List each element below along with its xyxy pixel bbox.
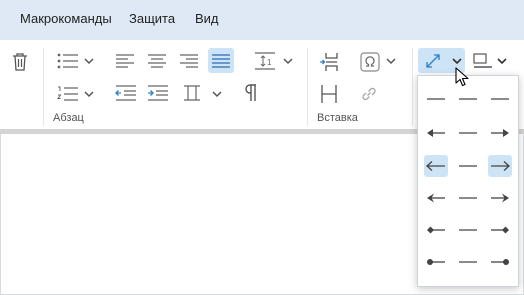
increase-indent-icon[interactable] — [147, 85, 169, 101]
numbered-list-icon[interactable] — [57, 85, 79, 103]
arrow-end-filled[interactable] — [488, 122, 512, 144]
chevron-down-icon[interactable] — [84, 57, 94, 65]
svg-text:1: 1 — [267, 58, 272, 67]
align-center-icon[interactable] — [147, 54, 167, 68]
menu-view[interactable]: Вид — [195, 11, 219, 26]
border-style-icon[interactable] — [473, 53, 493, 69]
arrow-start-none[interactable] — [424, 88, 448, 110]
line-style-icon[interactable] — [424, 52, 442, 70]
align-left-icon[interactable] — [115, 54, 135, 68]
chevron-down-icon[interactable] — [212, 90, 222, 98]
arrow-line-plain[interactable] — [456, 251, 480, 273]
arrow-start-diamond[interactable] — [424, 219, 448, 241]
bulleted-list-icon[interactable] — [57, 53, 79, 69]
arrow-line-plain[interactable] — [456, 187, 480, 209]
link-icon[interactable] — [360, 85, 378, 103]
group-label-insert: Вставка — [317, 112, 358, 124]
decrease-indent-icon[interactable] — [115, 85, 137, 101]
special-character-icon[interactable] — [360, 52, 380, 72]
arrow-start-open[interactable] — [424, 155, 448, 177]
chevron-down-icon[interactable] — [386, 57, 396, 65]
chevron-down-icon[interactable] — [497, 57, 507, 65]
ribbon-separator — [412, 48, 413, 126]
ribbon-separator — [43, 48, 44, 126]
pilcrow-icon[interactable] — [244, 84, 258, 102]
arrow-style-dropdown — [417, 75, 519, 287]
arrow-end-diamond[interactable] — [488, 219, 512, 241]
page-break-icon[interactable] — [320, 52, 338, 72]
arrow-start-filled[interactable] — [424, 122, 448, 144]
arrow-start-stealth[interactable] — [424, 187, 448, 209]
arrow-line-plain[interactable] — [456, 155, 480, 177]
trash-icon[interactable] — [11, 52, 29, 72]
arrow-start-dot[interactable] — [424, 251, 448, 273]
group-label-paragraph: Абзац — [53, 112, 84, 124]
arrow-line-plain[interactable] — [456, 219, 480, 241]
ribbon-separator — [307, 48, 308, 126]
chevron-down-icon[interactable] — [84, 90, 94, 98]
arrow-end-stealth[interactable] — [488, 187, 512, 209]
paragraph-spacing-icon[interactable] — [183, 84, 201, 102]
chevron-down-icon[interactable] — [283, 57, 293, 65]
menu-protection[interactable]: Защита — [129, 11, 175, 26]
arrow-end-none[interactable] — [488, 88, 512, 110]
align-right-icon[interactable] — [179, 54, 199, 68]
arrow-line-plain[interactable] — [456, 122, 480, 144]
menu-bar: Макрокоманды Защита Вид — [0, 0, 524, 40]
arrow-end-dot[interactable] — [488, 251, 512, 273]
menu-macros[interactable]: Макрокоманды — [20, 11, 112, 26]
column-break-icon[interactable] — [320, 84, 338, 104]
align-justify-icon[interactable] — [211, 54, 231, 68]
line-spacing-icon[interactable]: 1 — [254, 52, 276, 70]
arrow-end-open[interactable] — [488, 155, 512, 177]
chevron-down-icon[interactable] — [452, 57, 462, 65]
mouse-cursor-icon — [455, 67, 469, 92]
